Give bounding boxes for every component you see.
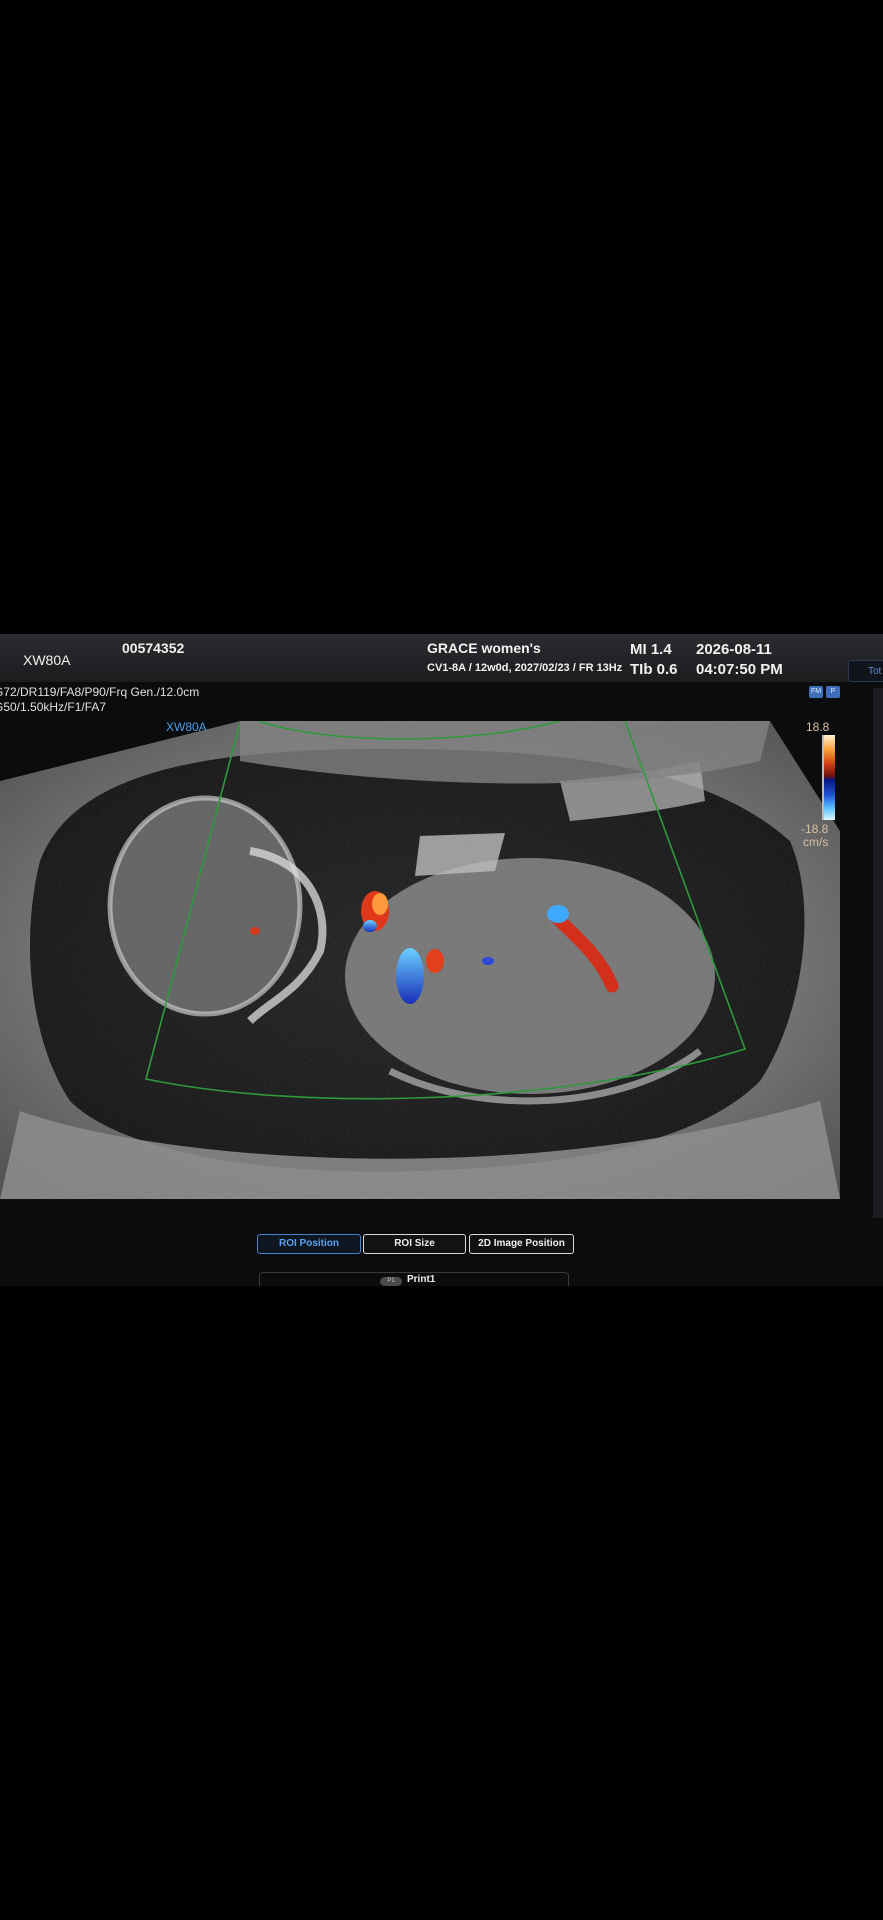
mechanical-index: MI 1.4 (630, 641, 672, 658)
ultrasound-image[interactable] (0, 721, 840, 1199)
probe-label: XW80A (166, 720, 207, 734)
velocity-color-bar (822, 735, 835, 820)
hospital-name: GRACE women's (427, 640, 541, 656)
monitor-icon[interactable]: FM (809, 686, 823, 698)
imaging-parameters-line2: G50/1.50kHz/F1/FA7 (0, 700, 107, 714)
flow-artery-blue (547, 905, 569, 923)
roi-size-button[interactable]: ROI Size (363, 1234, 466, 1254)
print-key-icon: P1 (380, 1277, 402, 1286)
machine-model: XW80A (23, 652, 71, 668)
softkey-bar: ROI Position ROI Size 2D Image Position (0, 1234, 883, 1254)
status-icons: FM P (809, 686, 841, 699)
print-label: Print1 (407, 1274, 436, 1285)
exam-date: 2026-08-11 (696, 641, 772, 658)
scan-image-svg (0, 721, 840, 1199)
thermal-index: TIb 0.6 (630, 661, 678, 678)
ultrasound-screen: XW80A 00574352 GRACE women's CV1-8A / 12… (0, 634, 883, 1286)
probe-icon[interactable]: P (826, 686, 840, 698)
right-side-panel (873, 688, 883, 1218)
2d-image-position-button[interactable]: 2D Image Position (469, 1234, 574, 1254)
flow-small-red (250, 927, 260, 935)
flow-cord-blue (396, 948, 424, 1004)
header-bar: XW80A 00574352 GRACE women's CV1-8A / 12… (0, 634, 883, 682)
velocity-scale-min: -18.8 (801, 822, 829, 836)
flow-small-blue (482, 957, 494, 965)
print-bar[interactable]: P1 Print1 (259, 1272, 569, 1286)
imaging-parameters-line1: G72/DR119/FA8/P90/Frq Gen./12.0cm (0, 685, 200, 699)
velocity-scale-max: 18.8 (806, 720, 830, 734)
velocity-scale-unit: cm/s (803, 835, 829, 849)
flow-umbilical-orange (372, 893, 388, 915)
patient-id: 00574352 (122, 640, 185, 656)
side-panel-tab[interactable]: Tot (848, 660, 883, 682)
exam-info: CV1-8A / 12w0d, 2027/02/23 / FR 13Hz (427, 662, 623, 674)
exam-time: 04:07:50 PM (696, 661, 783, 678)
flow-umbilical-blue (363, 920, 377, 932)
roi-position-button[interactable]: ROI Position (257, 1234, 361, 1254)
flow-cord-red (426, 949, 444, 973)
